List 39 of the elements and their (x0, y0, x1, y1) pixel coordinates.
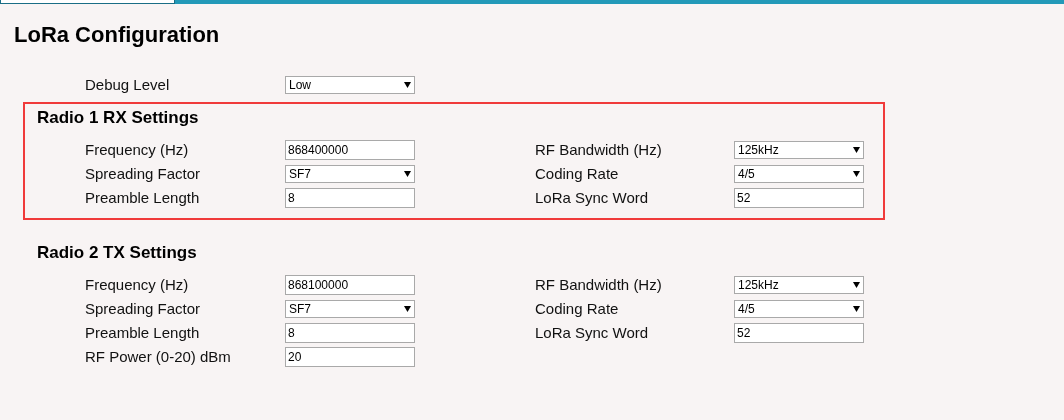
caret-icon (404, 306, 411, 312)
page-title: LoRa Configuration (14, 22, 220, 48)
field-label: Spreading Factor (85, 164, 202, 184)
section-title: Radio 1 RX Settings (37, 107, 199, 129)
caret-icon (404, 171, 411, 177)
field-label: RF Power (0-20) dBm (85, 347, 232, 367)
dropdown[interactable]: 125kHz (734, 141, 864, 159)
input-field[interactable]: 8 (285, 323, 415, 343)
input-field[interactable]: 52 (734, 188, 864, 208)
field-label: RF Bandwidth (Hz) (535, 140, 663, 160)
caret-icon (853, 306, 860, 312)
input-field[interactable]: 868100000 (285, 275, 415, 295)
field-label: Coding Rate (535, 299, 620, 319)
tab[interactable] (0, 0, 175, 4)
field-label: RF Bandwidth (Hz) (535, 275, 663, 295)
input-field[interactable]: 20 (285, 347, 415, 367)
field-label: Frequency (Hz) (85, 275, 190, 295)
field-label: Preamble Length (85, 188, 201, 208)
caret-icon (853, 171, 860, 177)
dropdown[interactable]: 4/5 (734, 165, 864, 183)
field-label: LoRa Sync Word (535, 323, 650, 343)
input-field[interactable]: 8 (285, 188, 415, 208)
section-title: Radio 2 TX Settings (37, 242, 197, 264)
dropdown[interactable]: 4/5 (734, 300, 864, 318)
field-label: Preamble Length (85, 323, 201, 343)
caret-icon (404, 82, 411, 88)
dropdown[interactable]: Low (285, 76, 415, 94)
field-label: Debug Level (85, 75, 171, 95)
dropdown[interactable]: SF7 (285, 165, 415, 183)
caret-icon (853, 147, 860, 153)
field-label: Coding Rate (535, 164, 620, 184)
dropdown[interactable]: SF7 (285, 300, 415, 318)
field-label: Spreading Factor (85, 299, 202, 319)
field-label: Frequency (Hz) (85, 140, 190, 160)
caret-icon (853, 282, 860, 288)
field-label: LoRa Sync Word (535, 188, 650, 208)
dropdown[interactable]: 125kHz (734, 276, 864, 294)
input-field[interactable]: 52 (734, 323, 864, 343)
input-field[interactable]: 868400000 (285, 140, 415, 160)
